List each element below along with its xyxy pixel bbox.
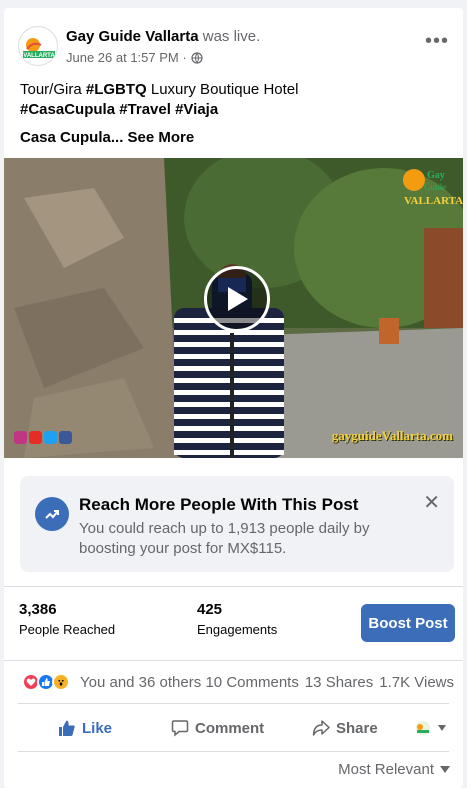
like-button[interactable]: Like xyxy=(58,711,112,745)
svg-text:Guide: Guide xyxy=(424,182,446,192)
chevron-down-icon xyxy=(438,725,446,731)
divider xyxy=(4,660,463,661)
share-icon xyxy=(312,720,330,736)
people-reached-value: 3,386 xyxy=(19,601,57,618)
play-icon xyxy=(228,287,248,311)
svg-text:Gay: Gay xyxy=(427,170,445,181)
like-label: Like xyxy=(82,719,113,737)
post-timestamp[interactable]: June 26 at 1:57 PM · xyxy=(66,50,187,65)
facebook-icon xyxy=(59,431,72,444)
action-bar: Like Comment Share xyxy=(4,711,463,745)
post-text-line1: Tour/Gira #LGBTQ Luxury Boutique Hotel xyxy=(20,80,450,100)
divider xyxy=(18,751,449,752)
boost-suggestion-card: Reach More People With This Post You cou… xyxy=(20,476,454,572)
post-as-selector[interactable] xyxy=(414,711,446,745)
comment-button[interactable]: Comment xyxy=(171,711,264,745)
hashtag-lgbtq[interactable]: #LGBTQ xyxy=(86,81,147,98)
svg-text:VALLARTA: VALLARTA xyxy=(404,195,463,207)
post-card: VALLARTA Gay Guide Vallarta was live. Ju… xyxy=(4,8,463,788)
see-more-link[interactable]: Casa Cupula... See More xyxy=(20,129,194,146)
gay-guide-vallarta-logo: VALLARTA xyxy=(23,38,55,59)
video-player[interactable]: Gay Guide VALLARTA gayguideVallarta.com xyxy=(4,158,463,458)
engagements-value: 425 xyxy=(197,601,223,618)
page-name-link[interactable]: Gay Guide Vallarta xyxy=(66,28,199,45)
reaction-icons[interactable] xyxy=(22,673,70,691)
people-reached-label: People Reached xyxy=(19,622,116,637)
post-header: VALLARTA Gay Guide Vallarta was live. Ju… xyxy=(4,8,463,68)
people-reached-stat: 3,386 People Reached xyxy=(19,601,115,637)
shares-count[interactable]: 13 Shares xyxy=(305,674,373,691)
play-button[interactable] xyxy=(204,266,270,332)
live-status: was live. xyxy=(202,28,261,45)
comments-count[interactable]: 10 Comments xyxy=(205,674,298,691)
reactions-summary[interactable]: You and 36 others xyxy=(80,674,201,691)
comment-label: Comment xyxy=(195,719,265,737)
boost-card-description: You could reach up to 1,913 people daily… xyxy=(79,520,370,557)
hashtags[interactable]: #CasaCupula #Travel #Viaja xyxy=(20,101,218,118)
page-name: Gay Guide Vallarta was live. xyxy=(66,28,260,45)
thumbs-up-icon xyxy=(59,720,75,736)
watermark: gayguideVallarta.com xyxy=(331,428,453,443)
twitter-icon xyxy=(44,431,57,444)
share-button[interactable]: Share xyxy=(312,711,378,745)
post-text-plain: Tour/Gira xyxy=(20,81,86,98)
boost-post-button[interactable]: Boost Post xyxy=(361,604,455,642)
engagement-counts: 10 Comments 13 Shares 1.7K Views xyxy=(205,674,454,691)
more-options-icon[interactable]: ••• xyxy=(425,30,449,53)
boost-card-title: Reach More People With This Post xyxy=(79,495,359,514)
trend-up-icon xyxy=(35,497,69,531)
post-text-line2: #CasaCupula #Travel #Viaja xyxy=(20,100,450,120)
engagements-stat: 425 Engagements xyxy=(197,601,277,637)
post-text: Tour/Gira #LGBTQ Luxury Boutique Hotel #… xyxy=(20,80,450,120)
views-count[interactable]: 1.7K Views xyxy=(379,674,454,691)
post-text-rest: Luxury Boutique Hotel xyxy=(146,81,299,98)
comment-sort-dropdown[interactable]: Most Relevant xyxy=(338,761,450,778)
page-avatar-small-icon xyxy=(416,721,430,735)
divider xyxy=(4,586,463,587)
close-icon[interactable]: ✕ xyxy=(423,490,440,515)
globe-icon xyxy=(191,51,203,64)
instagram-icon xyxy=(14,431,27,444)
engagements-label: Engagements xyxy=(197,622,278,637)
post-date: June 26 at 1:57 PM · xyxy=(66,50,203,65)
wow-reaction-icon xyxy=(52,673,70,691)
sort-label: Most Relevant xyxy=(338,761,434,778)
comment-icon xyxy=(171,720,189,737)
chevron-down-icon xyxy=(440,766,450,773)
divider xyxy=(18,703,449,704)
youtube-icon xyxy=(29,431,42,444)
page-avatar[interactable]: VALLARTA xyxy=(18,26,58,66)
svg-text:VALLARTA: VALLARTA xyxy=(23,53,55,59)
share-label: Share xyxy=(336,719,378,737)
social-icons xyxy=(14,431,72,444)
